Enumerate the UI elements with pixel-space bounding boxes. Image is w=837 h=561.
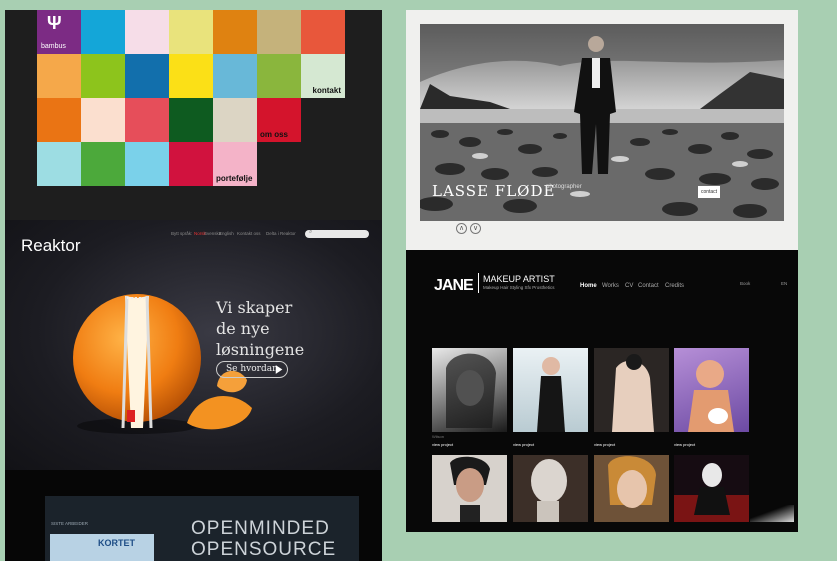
bambus-logo-tile[interactable]: Ψ bambus: [37, 10, 81, 54]
contact-button[interactable]: contact: [698, 186, 720, 198]
color-tile: [37, 54, 81, 98]
nav-delta[interactable]: Delta i Reaktor: [266, 231, 296, 236]
portrait-image: [608, 456, 656, 508]
nav-english[interactable]: English: [219, 231, 234, 236]
jane-logo[interactable]: JANE: [434, 277, 474, 295]
portfolio-thumbnail[interactable]: [594, 348, 669, 432]
color-tile: [81, 142, 125, 186]
search-input[interactable]: ⌕: [305, 229, 369, 238]
color-tile: [125, 98, 169, 142]
jane-makeup-site-screenshot: JANE MAKEUP ARTIST Makeup Hair Styling S…: [406, 250, 798, 532]
portfolio-thumbnail[interactable]: [513, 455, 588, 522]
color-tile: [81, 10, 125, 54]
portrait-image: [531, 459, 567, 522]
kontakt-tile[interactable]: kontakt: [301, 54, 345, 98]
portrait-image: [674, 463, 749, 522]
nav-home[interactable]: Home: [580, 283, 597, 289]
headline-line-2: de nye: [216, 319, 270, 338]
nav-contact[interactable]: Contact: [638, 283, 659, 289]
logo-divider: [478, 273, 479, 293]
kortet-label: KORTET: [98, 538, 135, 548]
nav-language-label: Bytt språk:: [171, 231, 193, 236]
portrait-image: [688, 360, 734, 432]
reaktor-site-screenshot: Reaktor Bytt språk: Norsk Svenska Englis…: [5, 220, 382, 470]
om-oss-tile[interactable]: om oss: [257, 98, 301, 142]
section-label: SISTE ARBEIDER: [51, 521, 89, 526]
view-project-link[interactable]: view project: [513, 442, 534, 447]
portefolje-tile[interactable]: portefølje: [213, 142, 257, 186]
color-tile: [125, 54, 169, 98]
color-tile: [169, 54, 213, 98]
color-tile: [169, 10, 213, 54]
color-tile: [37, 98, 81, 142]
color-tile: [213, 54, 257, 98]
jane-subtitle: Makeup Hair Styling Sfx Prosthetics: [483, 285, 555, 290]
language-flag-icon[interactable]: EN: [781, 281, 787, 286]
tagline-line-1: OPENMINDED: [191, 518, 330, 539]
portfolio-thumbnail[interactable]: [594, 455, 669, 522]
portfolio-thumbnail[interactable]: [432, 455, 507, 522]
photographer-name: LASSE FLØDE: [432, 182, 556, 200]
view-project-link[interactable]: view project: [674, 442, 695, 447]
headline-line-1: Vi skaper: [216, 298, 293, 317]
bambus-site-screenshot: Ψ bambus kontakt om oss portefølje: [5, 10, 382, 220]
color-tile: [257, 10, 301, 54]
portfolio-thumbnail[interactable]: [674, 348, 749, 432]
kortet-thumbnail[interactable]: KORTET: [50, 534, 154, 561]
nav-works[interactable]: Works: [602, 283, 619, 289]
color-tile: [37, 142, 81, 186]
portrait-image: [450, 456, 490, 522]
thumbnail-caption: Wilson: [432, 434, 445, 439]
openminded-site-screenshot: SISTE ARBEIDER KORTET OPENMINDED OPENSOU…: [5, 470, 382, 561]
om-oss-label: om oss: [260, 130, 289, 139]
color-tile: [81, 54, 125, 98]
lasse-flode-site-screenshot: LASSE FLØDE photographer contact ∧ ∨: [406, 10, 798, 250]
color-tile: [125, 10, 169, 54]
view-project-link[interactable]: view project: [594, 442, 615, 447]
portrait-image: [612, 354, 654, 432]
color-tile: [213, 10, 257, 54]
color-tile: [169, 142, 213, 186]
color-tile: [169, 98, 213, 142]
portefolje-label: portefølje: [216, 174, 253, 183]
se-hvordan-label: Se hvordan: [226, 364, 278, 374]
hero-photo: LASSE FLØDE photographer contact: [420, 24, 784, 221]
bamboo-logo-icon: Ψ: [47, 13, 62, 33]
portfolio-thumbnail[interactable]: [432, 348, 507, 432]
scroll-highlight: [750, 505, 794, 522]
next-arrow-icon[interactable]: ∨: [470, 223, 481, 234]
color-tile: [125, 142, 169, 186]
tagline-line-2: OPENSOURCE: [191, 539, 337, 560]
view-project-link[interactable]: view project: [432, 442, 453, 447]
book-link[interactable]: Book: [740, 281, 750, 286]
portrait-image: [446, 353, 496, 428]
portrait-image: [537, 357, 565, 432]
search-icon: ⌕: [309, 229, 313, 235]
color-tile: [257, 54, 301, 98]
nav-kontakt[interactable]: Kontakt oss: [237, 231, 261, 236]
headline-line-3: løsningene: [216, 340, 305, 359]
photographer-tagline: photographer: [546, 184, 582, 190]
portfolio-thumbnail[interactable]: [674, 455, 749, 522]
color-tile: [213, 98, 257, 142]
previous-arrow-icon[interactable]: ∧: [456, 223, 467, 234]
color-tile: [81, 98, 125, 142]
bambus-logo-label: bambus: [41, 43, 66, 50]
se-hvordan-button[interactable]: Se hvordan: [216, 361, 288, 378]
reaktor-logo[interactable]: Reaktor: [21, 236, 81, 256]
portfolio-thumbnail[interactable]: [513, 348, 588, 432]
nav-credits[interactable]: Credits: [665, 283, 684, 289]
nav-cv[interactable]: CV: [625, 283, 633, 289]
color-tile: [301, 10, 345, 54]
kontakt-label: kontakt: [312, 86, 341, 95]
jane-title: MAKEUP ARTIST: [483, 274, 555, 284]
